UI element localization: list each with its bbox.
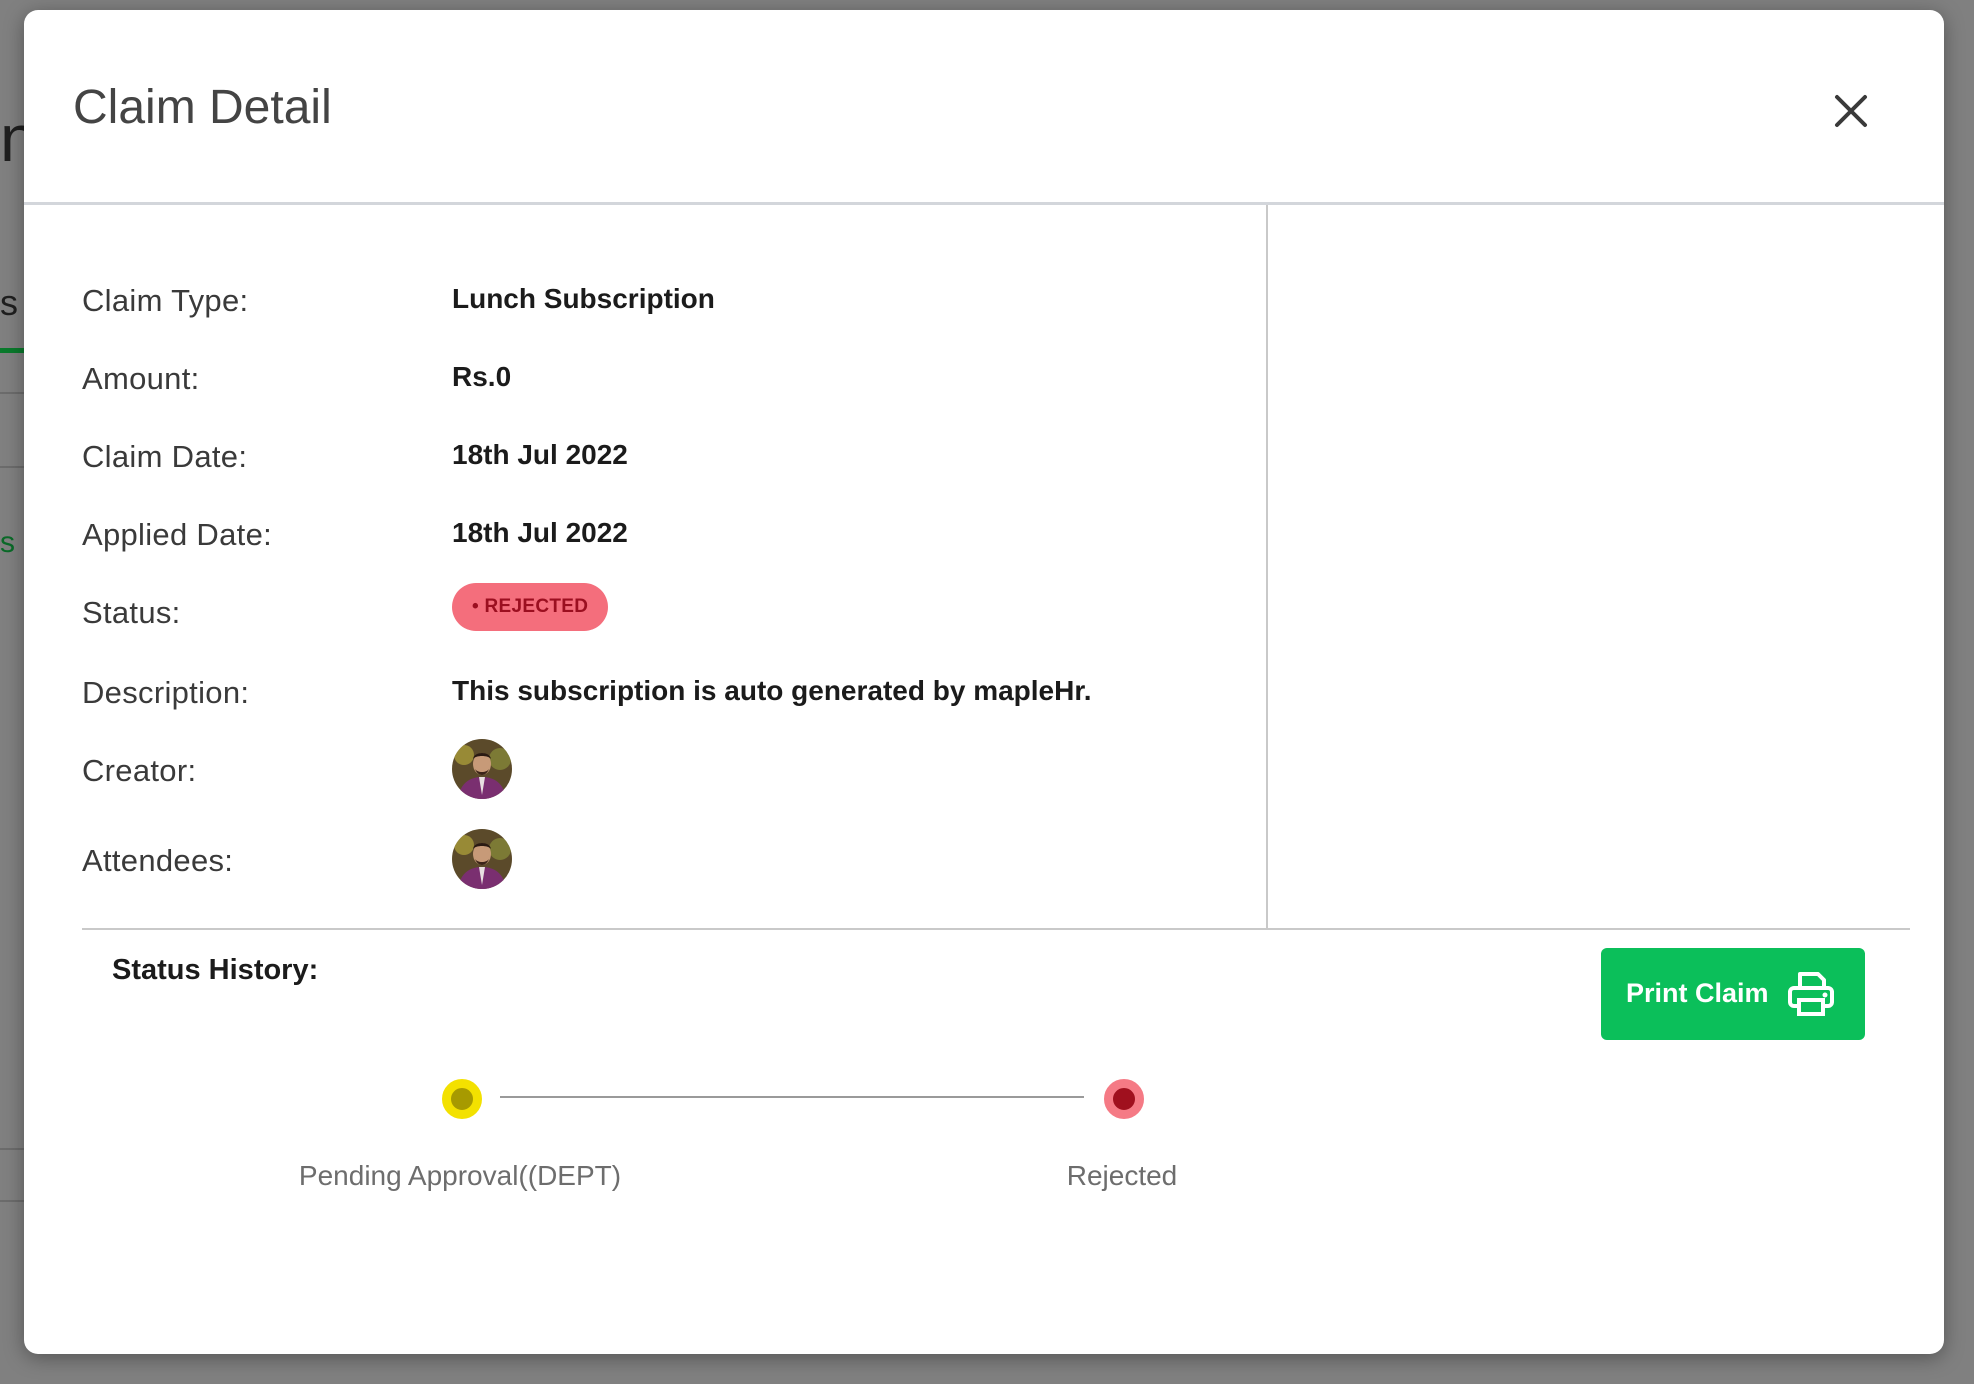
status-step-rejected-label: Rejected bbox=[1066, 1160, 1178, 1191]
close-icon bbox=[1835, 95, 1867, 127]
applied-date-value: 18th Jul 2022 bbox=[452, 517, 628, 548]
background-divider bbox=[0, 1148, 26, 1150]
detail-label: Creator: bbox=[82, 753, 197, 788]
detail-label: Applied Date: bbox=[82, 517, 273, 552]
detail-label: Status: bbox=[82, 595, 181, 630]
print-claim-button[interactable]: Print Claim bbox=[1601, 948, 1865, 1040]
claim-date-value: 18th Jul 2022 bbox=[452, 439, 628, 470]
vertical-divider bbox=[1266, 205, 1268, 930]
horizontal-divider bbox=[82, 928, 1910, 930]
claim-detail-modal: Claim Detail Claim Type: Lunch Subscript… bbox=[24, 10, 1944, 1354]
background-divider bbox=[0, 1200, 26, 1202]
status-step-pending-dot bbox=[442, 1079, 482, 1119]
detail-label: Description: bbox=[82, 675, 250, 710]
avatar-image bbox=[452, 829, 512, 889]
status-timeline-connector bbox=[500, 1096, 1084, 1098]
detail-label: Attendees: bbox=[82, 843, 234, 878]
background-tab-indicator bbox=[0, 348, 26, 353]
description-value: This subscription is auto generated by m… bbox=[452, 675, 1092, 706]
status-step-pending-label: Pending Approval((DEPT) bbox=[298, 1160, 622, 1191]
detail-label: Claim Type: bbox=[82, 283, 249, 318]
modal-title: Claim Detail bbox=[73, 81, 332, 134]
detail-label: Claim Date: bbox=[82, 439, 248, 474]
creator-avatar[interactable] bbox=[452, 739, 512, 799]
status-badge: • REJECTED bbox=[452, 583, 609, 631]
background-text-fragment: s bbox=[0, 282, 18, 323]
modal-header: Claim Detail bbox=[24, 10, 1944, 205]
status-history-title: Status History: bbox=[112, 954, 319, 986]
background-divider bbox=[0, 392, 26, 394]
printer-icon bbox=[1788, 972, 1834, 1016]
detail-label: Amount: bbox=[82, 361, 200, 396]
background-text-fragment: s bbox=[0, 526, 15, 559]
attendee-avatar[interactable] bbox=[452, 829, 512, 889]
claim-type-value: Lunch Subscription bbox=[452, 283, 715, 314]
print-claim-label: Print Claim bbox=[1626, 978, 1769, 1008]
amount-value: Rs.0 bbox=[452, 361, 512, 392]
status-step-rejected-dot bbox=[1104, 1079, 1144, 1119]
avatar-image bbox=[452, 739, 512, 799]
background-divider bbox=[0, 466, 26, 468]
close-button[interactable] bbox=[1828, 88, 1874, 134]
